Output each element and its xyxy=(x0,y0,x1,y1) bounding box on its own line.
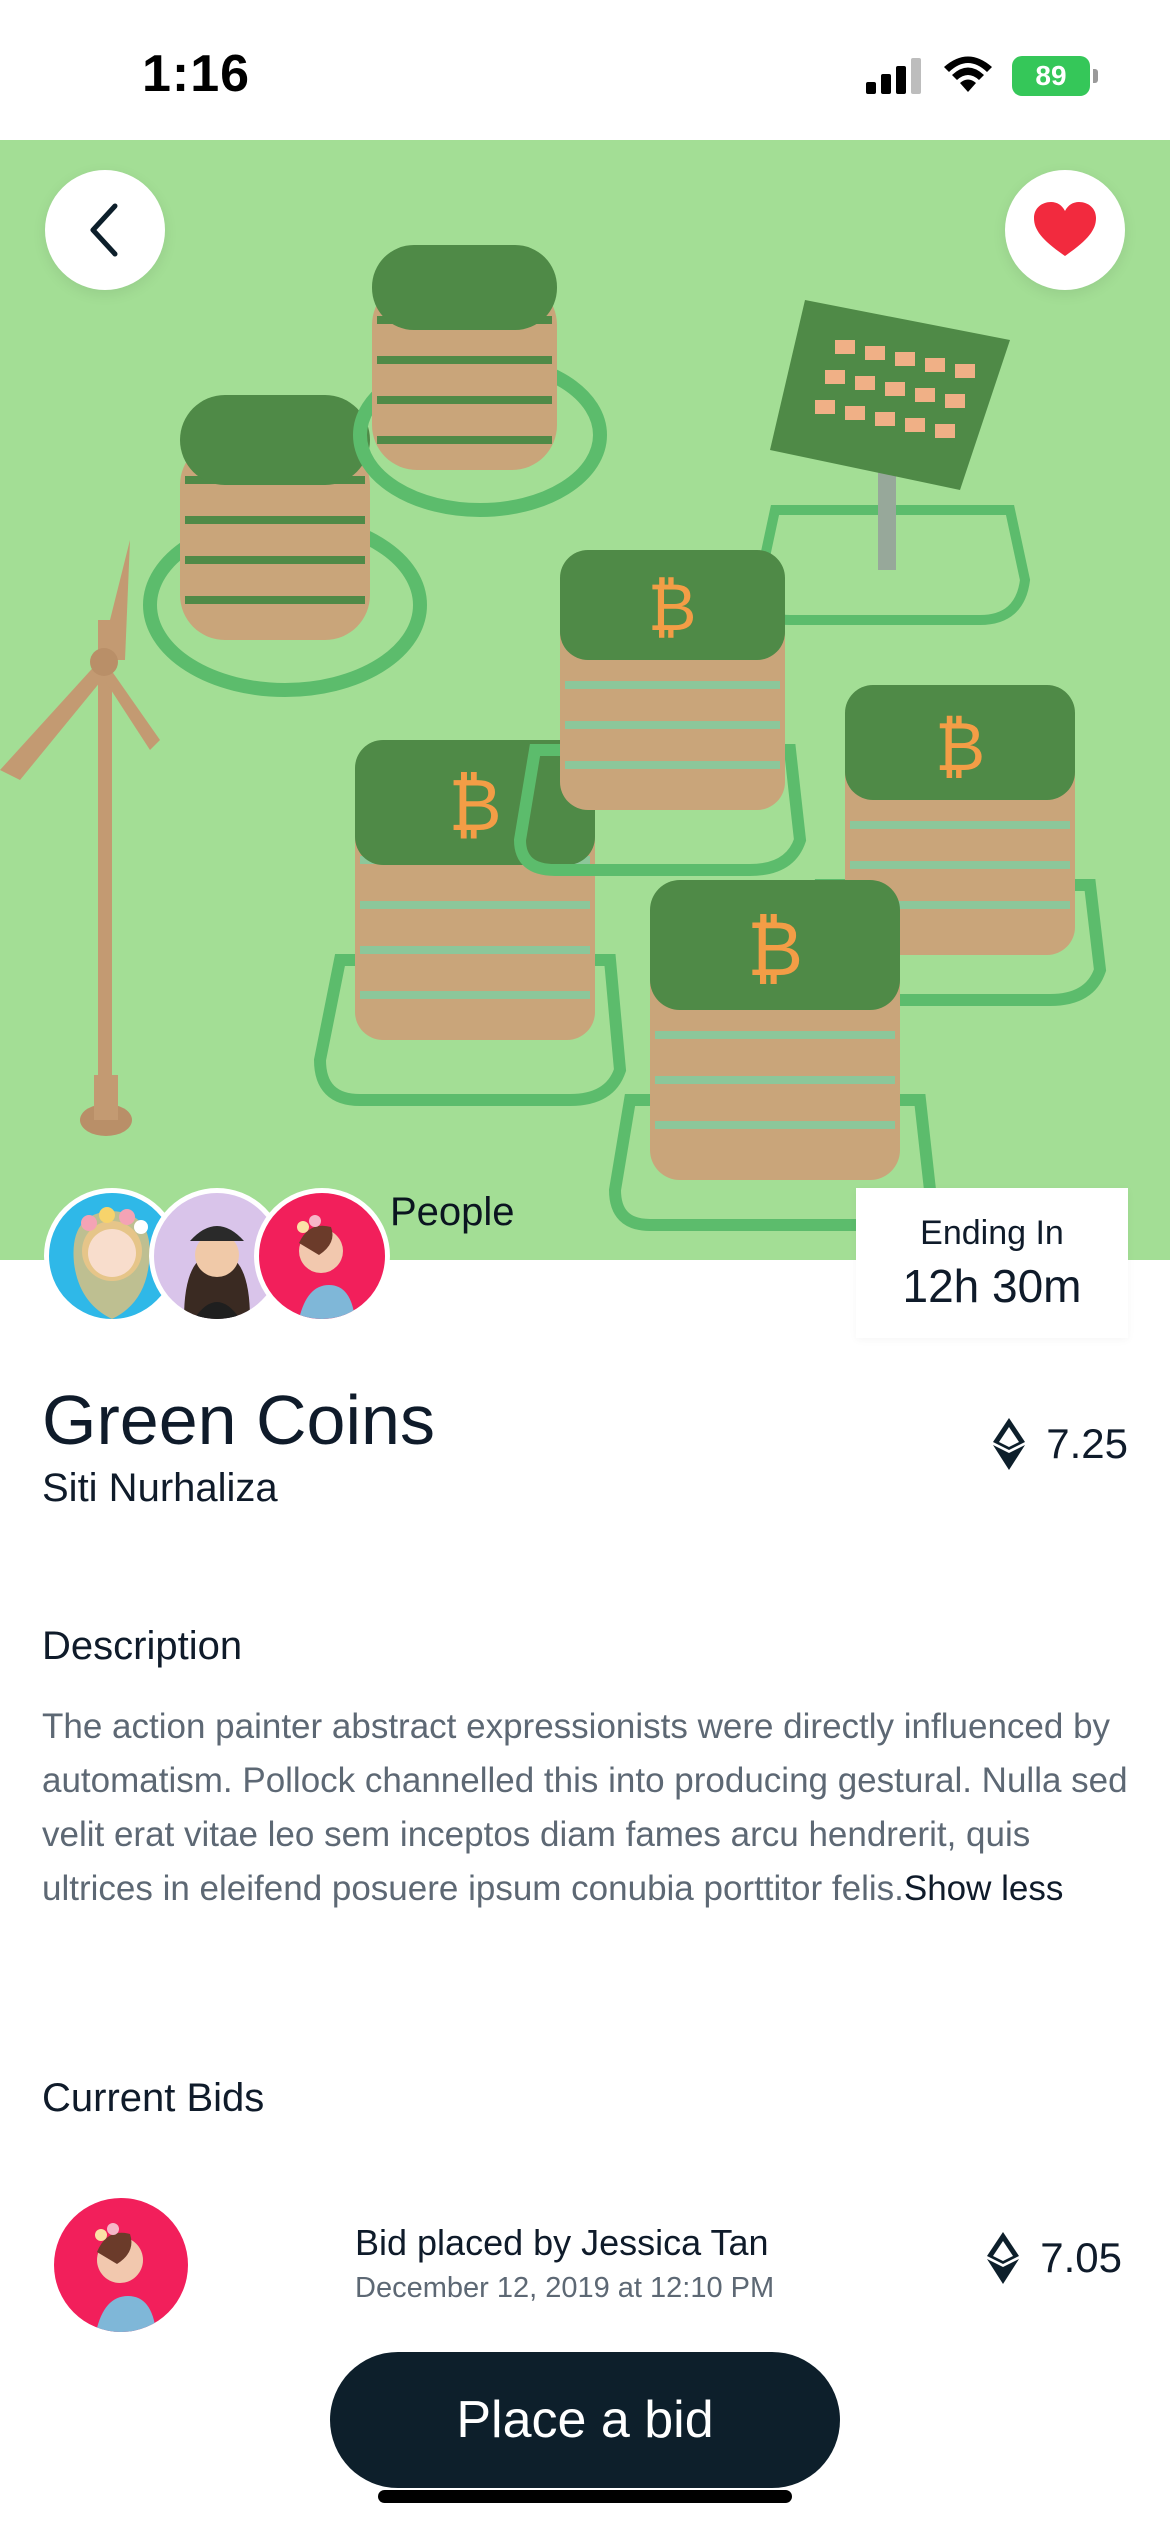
chevron-left-icon xyxy=(90,203,118,257)
heart-icon xyxy=(1034,202,1096,256)
auction-countdown-card: Ending In 12h 30m xyxy=(856,1188,1128,1338)
item-title: Green Coins xyxy=(42,1381,435,1459)
bid-placed-by: Bid placed by Jessica Tan xyxy=(355,2222,769,2263)
bidder-avatar xyxy=(54,2198,188,2332)
bid-date: December 12, 2019 at 12:10 PM xyxy=(355,2272,775,2304)
green-coins-illustration: ₿ ₿ ₿ ₿ xyxy=(0,245,1107,1231)
description-text: The action painter abstract expressionis… xyxy=(42,1700,1132,1916)
svg-text:₿: ₿ xyxy=(935,708,985,787)
hero-image: ₿ ₿ ₿ ₿ xyxy=(0,140,1170,1260)
ethereum-icon xyxy=(993,1418,1026,1470)
wind-turbine-illustration xyxy=(0,540,160,1136)
bid-amount: 7.05 xyxy=(986,2232,1122,2284)
coin-stack-illustration: ₿ xyxy=(608,880,937,1231)
solar-panel-illustration xyxy=(754,300,1031,625)
show-less-link[interactable]: Show less xyxy=(904,1869,1064,1908)
wifi-icon xyxy=(944,56,992,92)
svg-text:₿: ₿ xyxy=(448,763,501,847)
bid-amount-value: 7.05 xyxy=(1040,2234,1122,2281)
battery-level: 89 xyxy=(1035,60,1067,91)
status-time: 1:16 xyxy=(142,45,251,103)
ending-label: Ending In xyxy=(920,1214,1064,1252)
avatar xyxy=(254,1188,390,1324)
status-bar: 1:16 89 xyxy=(0,0,1170,140)
server-stack-illustration xyxy=(353,245,607,517)
status-icons: 89 xyxy=(864,54,1098,98)
home-indicator xyxy=(378,2490,792,2503)
people-avatars[interactable] xyxy=(44,1188,394,1328)
favorite-button[interactable] xyxy=(1005,170,1125,290)
people-label: People xyxy=(390,1190,515,1234)
place-bid-button[interactable]: Place a bid xyxy=(330,2352,840,2488)
current-bids-title: Current Bids xyxy=(42,2076,265,2120)
item-price-value: 7.25 xyxy=(1046,1420,1128,1467)
battery-indicator: 89 xyxy=(1012,56,1098,96)
ethereum-icon xyxy=(987,2232,1020,2284)
ending-value: 12h 30m xyxy=(902,1260,1082,1312)
svg-text:₿: ₿ xyxy=(648,569,697,646)
back-button[interactable] xyxy=(45,170,165,290)
item-price: 7.25 xyxy=(992,1418,1128,1470)
svg-text:₿: ₿ xyxy=(747,904,803,993)
signal-icon xyxy=(866,58,921,94)
bid-row[interactable]: Bid placed by Jessica Tan December 12, 2… xyxy=(0,2190,1170,2340)
description-title: Description xyxy=(42,1624,243,1668)
item-owner[interactable]: Siti Nurhaliza xyxy=(42,1466,278,1511)
